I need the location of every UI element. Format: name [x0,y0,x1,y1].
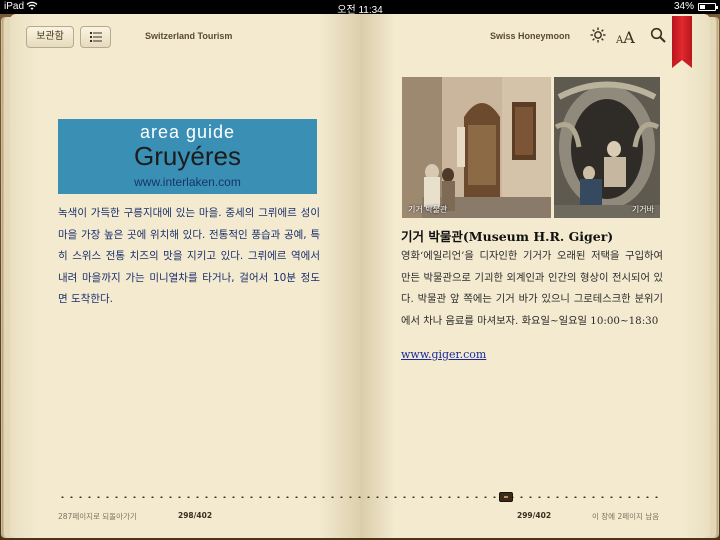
museum-website-link[interactable]: www.giger.com [401,348,486,361]
search-icon[interactable] [650,27,666,47]
battery-icon [698,3,718,11]
pages-remaining: 이 장에 2페이지 남음 [592,512,660,521]
banner-url: www.interlaken.com [134,175,241,189]
museum-title: 기거 박물관(Museum H.R. Giger) [401,229,614,244]
photo-caption-museum: 기거 박물관 [408,205,448,214]
banner-place-name: Gruyéres [134,141,241,171]
list-icon [89,32,102,42]
left-body-text: 녹색이 가득한 구릉지대에 있는 마을. 중세의 그뤼에르 성이 마을 가장 높… [58,207,320,305]
right-page-number: 299/402 [517,511,552,520]
page-scrubber[interactable] [58,496,664,498]
bar-photo: 기거바 [554,77,660,218]
chapter-title: Swiss Honeymoon [490,31,571,41]
back-to-page-link[interactable]: 287페이지로 되돌아가기 [58,511,137,522]
left-page-number: 298/402 [178,511,213,520]
library-button[interactable]: 보관함 [26,26,74,48]
museum-description: 영화‘에일리언’을 디자인한 기거가 오래된 저택을 구입하여 만든 박물관으로… [401,250,663,327]
area-guide-banner: area guide Gruyéres www.interlaken.com [58,119,317,194]
museum-photo: 기거 박물관 [402,77,551,218]
battery-percent: 34% [673,1,694,12]
table-of-contents-button[interactable] [80,26,111,48]
banner-heading: area guide [139,122,236,142]
book-title: Switzerland Tourism [145,31,233,41]
brightness-icon[interactable] [590,27,606,47]
font-size-icon[interactable]: AA [616,28,635,47]
status-bar: iPad 오전 11:34 34% [0,0,720,16]
bookmark-ribbon[interactable] [672,16,692,68]
scrubber-thumb[interactable] [499,492,513,502]
photo-caption-bar: 기거바 [631,205,654,214]
